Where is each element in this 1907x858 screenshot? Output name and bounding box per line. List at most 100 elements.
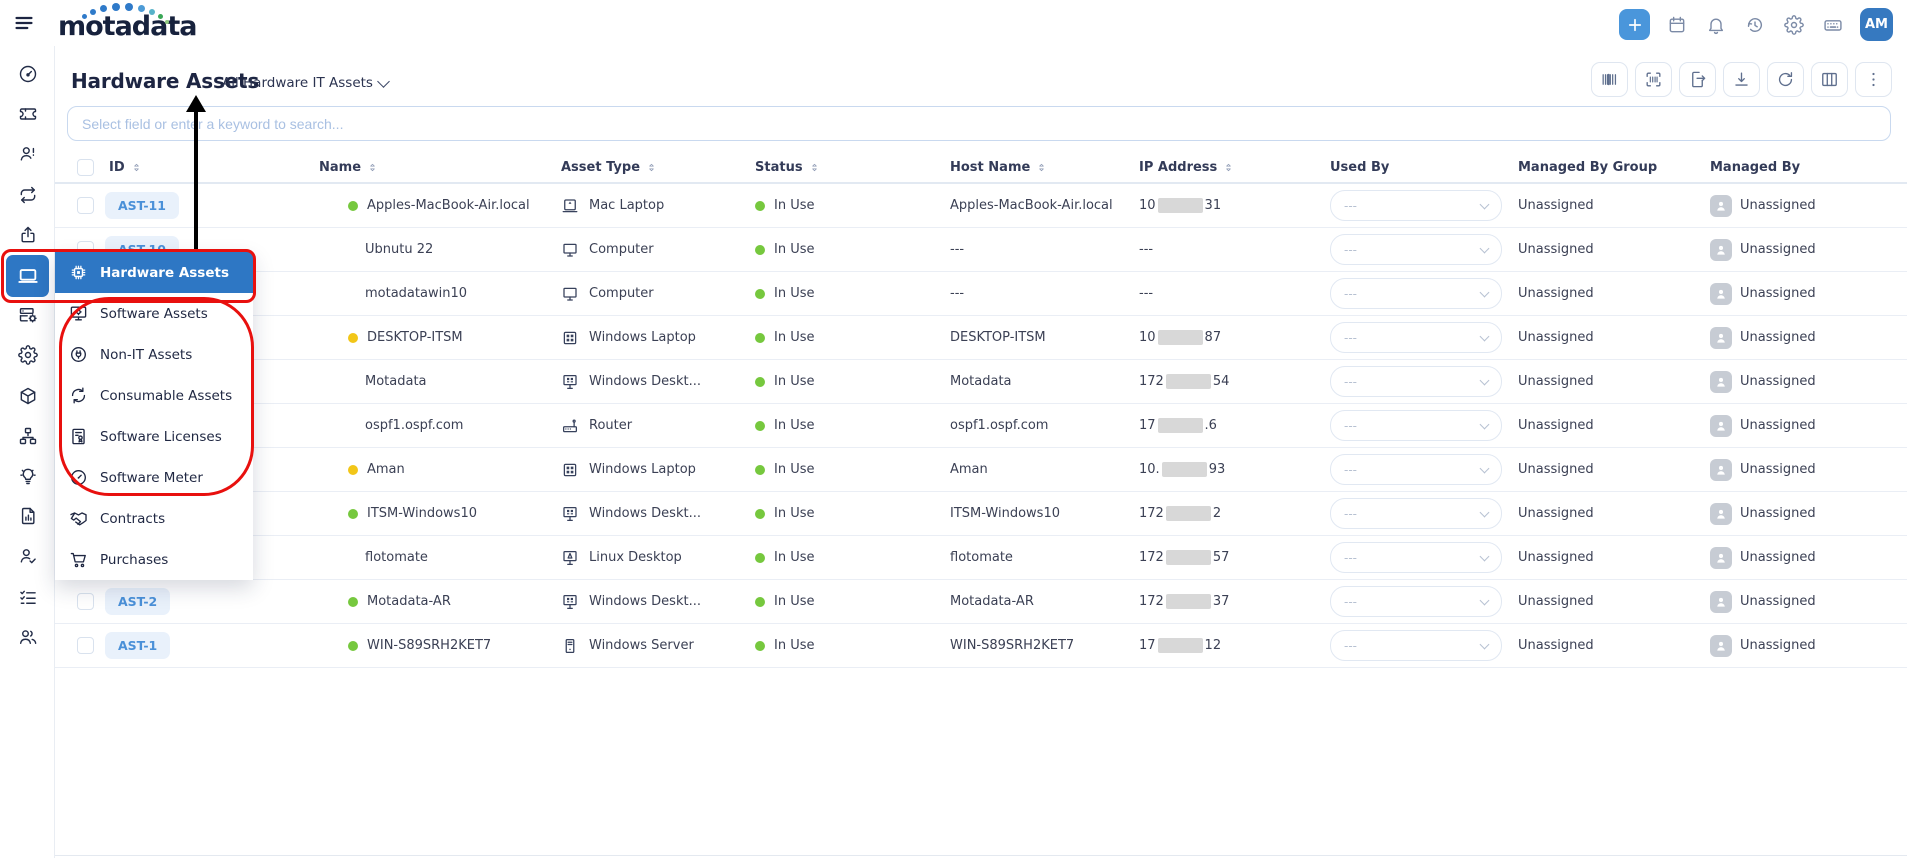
column-header-managed-by-group[interactable]: Managed By Group <box>1518 151 1657 184</box>
select-all-checkbox[interactable] <box>77 159 94 176</box>
user-avatar[interactable]: AM <box>1860 8 1893 41</box>
flyout-item-contracts[interactable]: Contracts <box>55 498 253 539</box>
asset-name-cell[interactable]: ITSM-Windows10 <box>348 492 477 535</box>
used-by-dropdown[interactable]: --- <box>1330 630 1502 661</box>
sidebar-item-network[interactable] <box>6 416 49 456</box>
sort-icon[interactable] <box>645 160 658 175</box>
download-button[interactable] <box>1723 62 1760 97</box>
sort-icon[interactable] <box>130 160 143 175</box>
used-by-dropdown[interactable]: --- <box>1330 366 1502 397</box>
asset-name-cell[interactable]: Apples-MacBook-Air.local <box>348 184 530 227</box>
table-row[interactable]: AST-11 Apples-MacBook-Air.local Mac Laptop… <box>55 184 1907 228</box>
asset-id-chip[interactable]: AST-2 <box>105 588 171 615</box>
barcode-button[interactable] <box>1591 62 1628 97</box>
sidebar-item-assets[interactable] <box>6 255 49 297</box>
used-by-dropdown[interactable]: --- <box>1330 234 1502 265</box>
sort-icon[interactable] <box>808 160 821 175</box>
flyout-item-label: Software Licenses <box>100 428 222 445</box>
create-new-button[interactable] <box>1619 9 1650 40</box>
asset-id-chip[interactable]: AST-11 <box>105 192 179 219</box>
used-by-dropdown[interactable]: --- <box>1330 542 1502 573</box>
row-checkbox[interactable] <box>77 197 94 214</box>
used-by-dropdown[interactable]: --- <box>1330 278 1502 309</box>
sidebar-item-tickets[interactable] <box>6 94 49 134</box>
hamburger-menu-icon[interactable] <box>13 13 35 33</box>
sidebar-item-reports[interactable] <box>6 496 49 536</box>
sidebar-item-cmdb[interactable] <box>6 295 49 335</box>
asset-name-cell[interactable]: DESKTOP-ITSM <box>348 316 463 359</box>
sidebar-item-packages[interactable] <box>6 376 49 416</box>
used-by-dropdown[interactable]: --- <box>1330 190 1502 221</box>
used-by-dropdown[interactable]: --- <box>1330 586 1502 617</box>
row-checkbox[interactable] <box>77 593 94 610</box>
sort-icon[interactable] <box>1035 160 1048 175</box>
table-row[interactable]: Aman Windows Laptop In Use Aman 10. 93 --- Unas… <box>55 448 1907 492</box>
column-header-host-name[interactable]: Host Name <box>950 151 1048 184</box>
table-row[interactable]: DESKTOP-ITSM Windows Laptop In Use DESKTOP-… <box>55 316 1907 360</box>
asset-name-cell[interactable]: Aman <box>348 448 405 491</box>
asset-name-cell[interactable]: motadatawin10 <box>365 272 467 315</box>
sidebar-item-users[interactable] <box>6 617 49 657</box>
used-by-dropdown[interactable]: --- <box>1330 410 1502 441</box>
used-by-dropdown[interactable]: --- <box>1330 322 1502 353</box>
used-by-dropdown[interactable]: --- <box>1330 498 1502 529</box>
sidebar-item-patch[interactable] <box>6 335 49 375</box>
flyout-item-software-assets[interactable]: Software Assets <box>55 293 253 334</box>
table-row[interactable]: ospf1.ospf.com Router In Use ospf1.ospf.com… <box>55 404 1907 448</box>
sidebar-item-requesters[interactable] <box>6 134 49 174</box>
used-by-dropdown[interactable]: --- <box>1330 454 1502 485</box>
used-by-cell: --- <box>1330 448 1502 491</box>
column-header-used-by[interactable]: Used By <box>1330 151 1389 184</box>
used-by-cell: --- <box>1330 536 1502 579</box>
refresh-button[interactable] <box>1767 62 1804 97</box>
sidebar-item-tasks[interactable] <box>6 577 49 617</box>
scan-qr-button[interactable] <box>1635 62 1672 97</box>
table-row[interactable]: ITSM-Windows10 Windows Deskt... In Use ITSM… <box>55 492 1907 536</box>
asset-name-cell[interactable]: flotomate <box>365 536 428 579</box>
asset-name: ITSM-Windows10 <box>367 506 477 521</box>
flyout-item-consumable-assets[interactable]: Consumable Assets <box>55 375 253 416</box>
notifications-button[interactable] <box>1704 13 1728 37</box>
export-button[interactable] <box>1679 62 1716 97</box>
asset-id-chip[interactable]: AST-1 <box>105 632 171 659</box>
table-row[interactable]: motadatawin10 Computer In Use --- --- --- Unas… <box>55 272 1907 316</box>
flyout-item-hardware-assets[interactable]: Hardware Assets <box>55 252 253 293</box>
table-row[interactable]: AST-10 Ubnutu 22 Computer In Use --- --- --- Un… <box>55 228 1907 272</box>
table-row[interactable]: Motadata Windows Deskt... In Use Motadata 17… <box>55 360 1907 404</box>
column-header-name[interactable]: Name <box>319 151 379 184</box>
calendar-button[interactable] <box>1665 13 1689 37</box>
asset-name-cell[interactable]: Motadata <box>365 360 427 403</box>
column-header-asset-type[interactable]: Asset Type <box>561 151 658 184</box>
row-checkbox[interactable] <box>77 637 94 654</box>
table-row[interactable]: AST-1 WIN-S89SRH2KET7 Windows Server In Use… <box>55 624 1907 668</box>
column-header-id[interactable]: ID <box>109 151 143 184</box>
keyboard-shortcuts-button[interactable] <box>1821 13 1845 37</box>
sidebar-item-releases[interactable] <box>6 215 49 255</box>
sort-icon[interactable] <box>366 160 379 175</box>
sort-icon[interactable] <box>1222 160 1235 175</box>
flyout-item-software-licenses[interactable]: Software Licenses <box>55 416 253 457</box>
asset-name-cell[interactable]: WIN-S89SRH2KET7 <box>348 624 491 667</box>
history-button[interactable] <box>1743 13 1767 37</box>
sidebar-item-dashboard[interactable] <box>6 54 49 94</box>
sidebar-item-changes[interactable] <box>6 175 49 215</box>
column-header-status[interactable]: Status <box>755 151 821 184</box>
column-header-ip-address[interactable]: IP Address <box>1139 151 1235 184</box>
sidebar-item-approvals[interactable] <box>6 536 49 576</box>
settings-button[interactable] <box>1782 13 1806 37</box>
asset-name-cell[interactable]: ospf1.ospf.com <box>365 404 463 447</box>
table-row[interactable]: AST-2 Motadata-AR Windows Deskt... In Use Mo… <box>55 580 1907 624</box>
flyout-item-purchases[interactable]: Purchases <box>55 539 253 580</box>
more-actions-button[interactable] <box>1855 62 1892 97</box>
table-row[interactable]: flotomate Linux Desktop In Use flotomate 172… <box>55 536 1907 580</box>
flyout-item-software-meter[interactable]: Software Meter <box>55 457 253 498</box>
asset-name-cell[interactable]: Motadata-AR <box>348 580 451 623</box>
view-selector-dropdown[interactable]: All Hardware IT Assets <box>222 74 390 91</box>
column-header-managed-by[interactable]: Managed By <box>1710 151 1800 184</box>
flyout-item-non-it-assets[interactable]: Non-IT Assets <box>55 334 253 375</box>
asset-name-cell[interactable]: Ubnutu 22 <box>365 228 433 271</box>
used-by-value: --- <box>1344 330 1357 345</box>
search-input[interactable] <box>67 106 1891 141</box>
columns-button[interactable] <box>1811 62 1848 97</box>
sidebar-item-knowledge[interactable] <box>6 456 49 496</box>
